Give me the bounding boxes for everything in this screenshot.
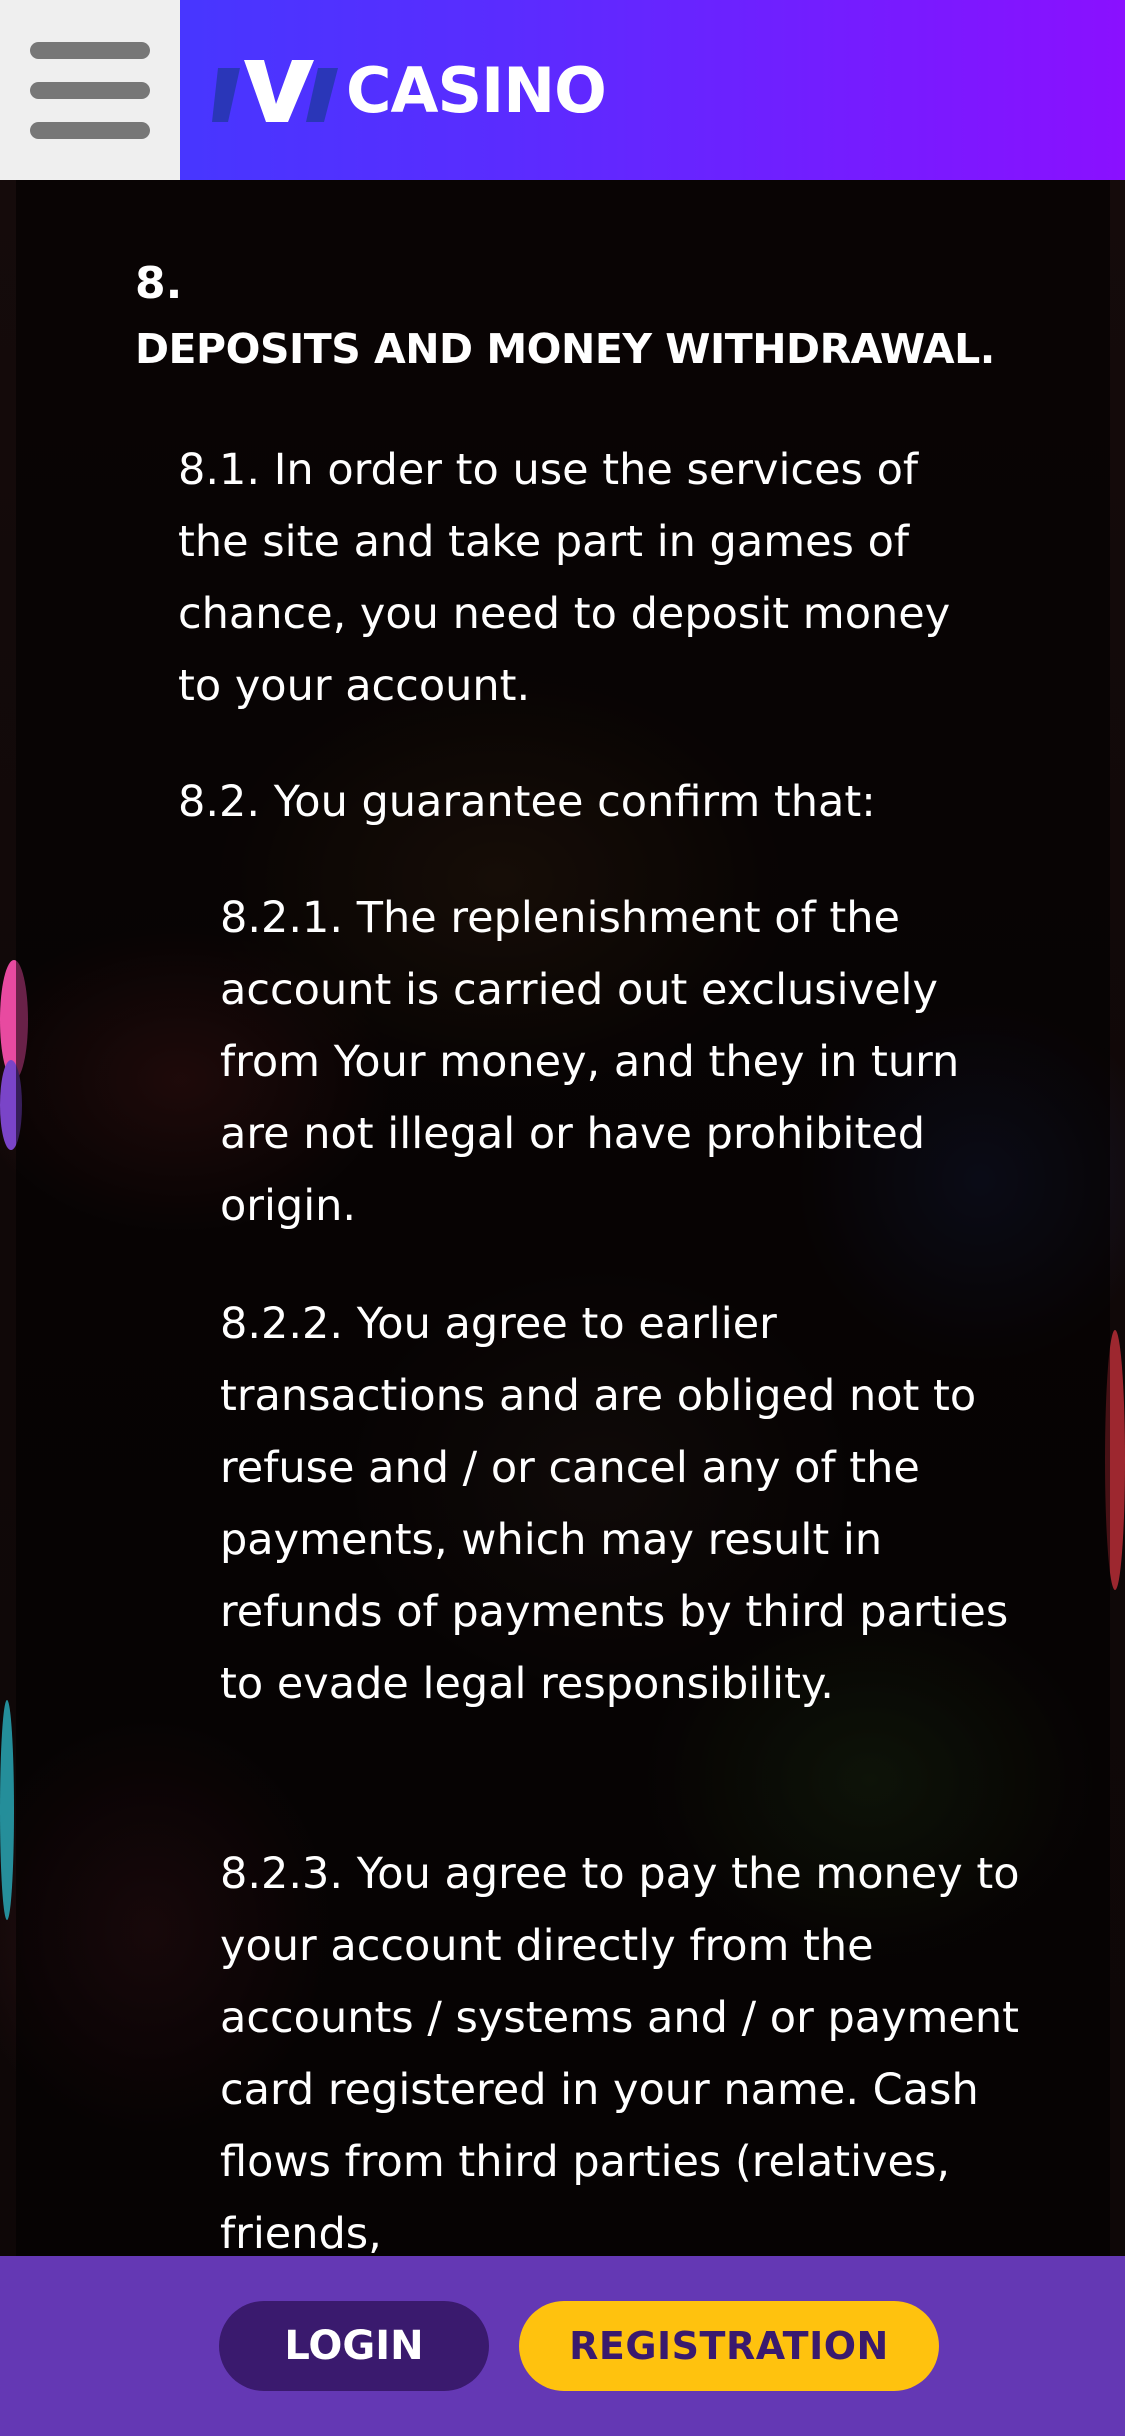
registration-button[interactable]: REGISTRATION xyxy=(519,2301,939,2391)
clause-8-2: 8.2. You guarantee confirm that: xyxy=(178,777,876,827)
clause-8-2-2: 8.2.2. You agree to earlier transactions… xyxy=(220,1299,1009,1709)
toy-decoration xyxy=(0,1700,14,1920)
clause-8-2-3: 8.2.3. You agree to pay the money to you… xyxy=(220,1849,1020,2259)
login-button[interactable]: LOGIN xyxy=(219,2301,489,2391)
casino-logo[interactable]: CASINO xyxy=(210,50,607,130)
clause-8-2-1: 8.2.1. The replenishment of the account … xyxy=(220,893,960,1231)
app-header: CASINO xyxy=(0,0,1125,180)
menu-line xyxy=(30,81,150,99)
bottom-action-bar: LOGIN REGISTRATION xyxy=(0,2256,1125,2436)
clause-8-1: 8.1. In order to use the services of the… xyxy=(178,445,951,711)
section-number: 8. xyxy=(135,258,183,309)
menu-line xyxy=(30,41,150,59)
ivi-logo-icon xyxy=(212,60,338,122)
section-title: DEPOSITS AND MONEY WITHDRAWAL. xyxy=(135,325,995,373)
menu-line xyxy=(30,121,150,139)
logo-text: CASINO xyxy=(346,53,607,127)
hamburger-menu-icon[interactable] xyxy=(0,0,180,180)
